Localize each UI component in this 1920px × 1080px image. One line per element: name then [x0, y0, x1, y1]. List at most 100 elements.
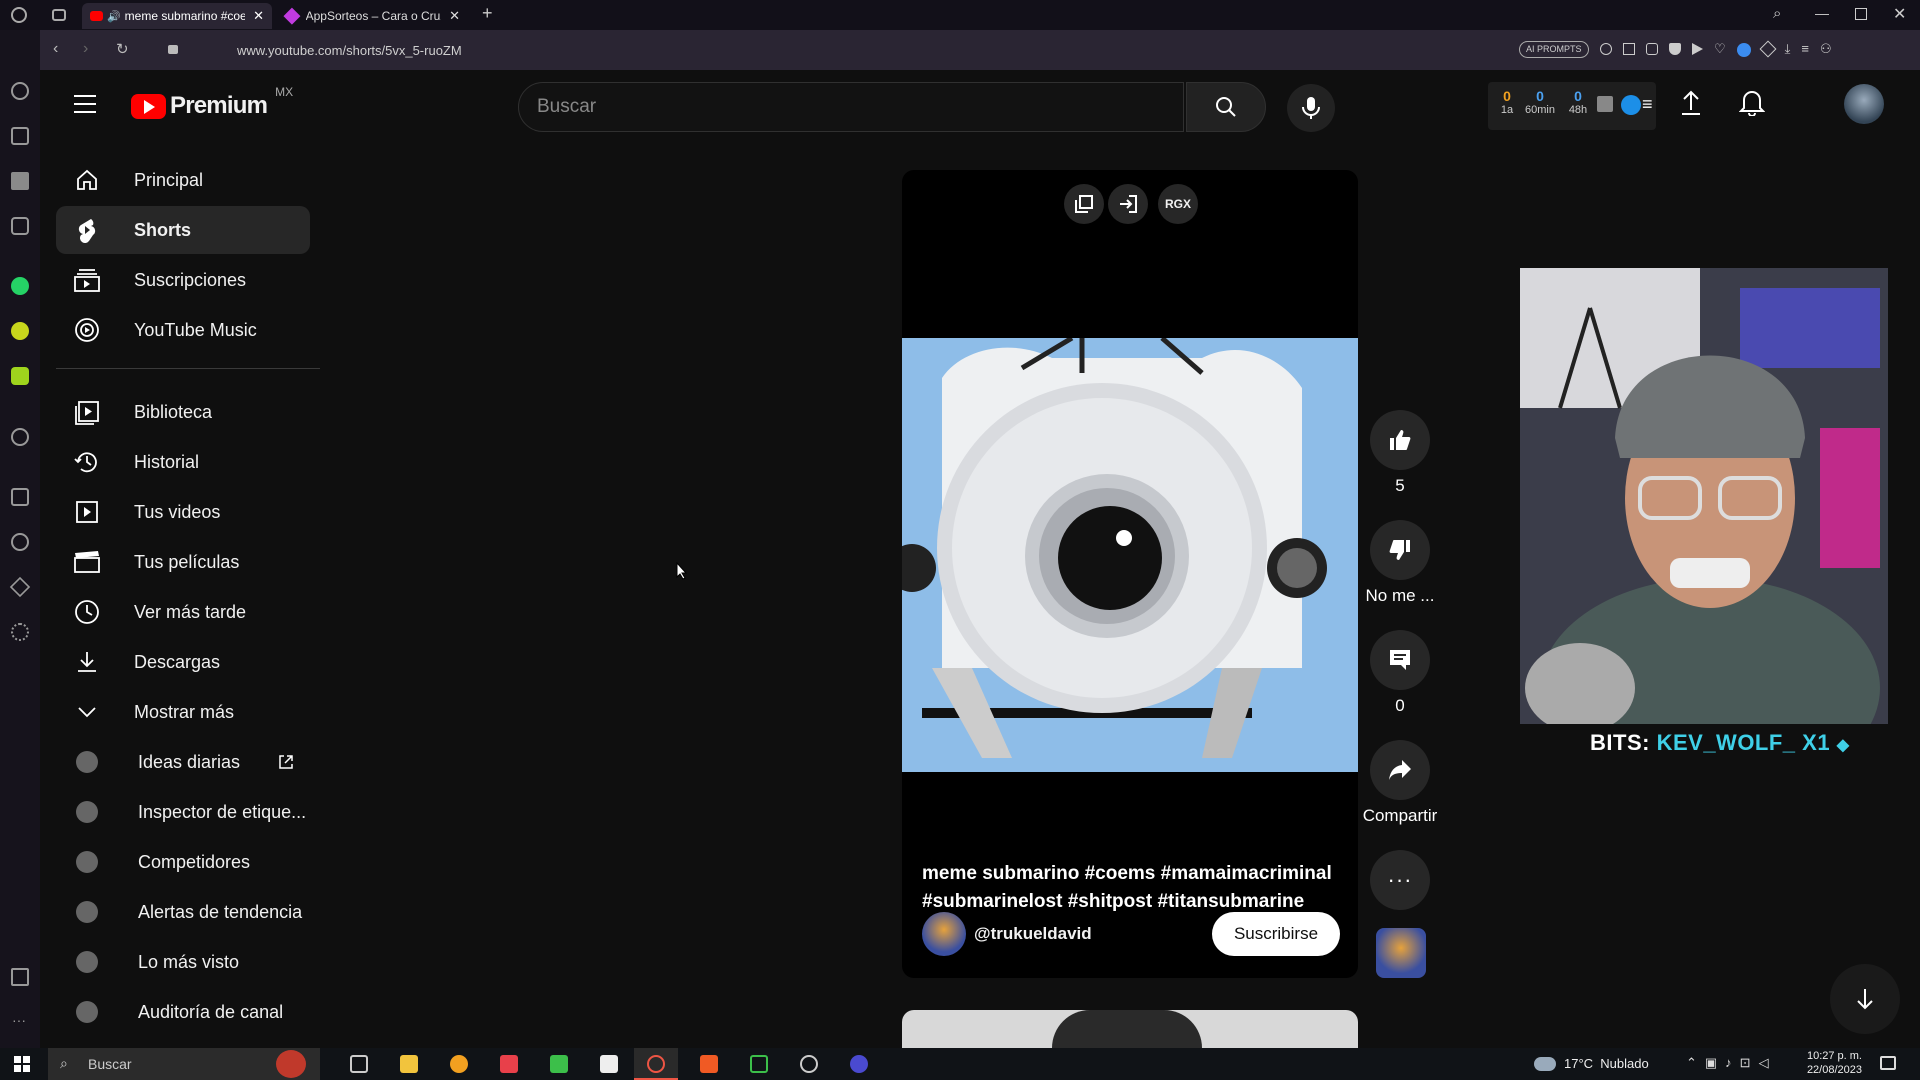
next-short-button[interactable] — [1830, 964, 1900, 1034]
sidebar-item-historial[interactable]: Historial — [56, 438, 310, 486]
video-frame[interactable] — [902, 338, 1358, 772]
wallet-icon[interactable] — [11, 217, 29, 235]
cube-icon[interactable] — [1759, 40, 1777, 58]
menu-icon[interactable] — [74, 95, 96, 113]
sidebar-item-shorts[interactable]: Shorts — [56, 206, 310, 254]
sidebar-item-lo-mas-visto[interactable]: Lo más visto — [56, 938, 310, 986]
channel-name[interactable]: @trukueldavid — [974, 924, 1092, 944]
stats-widget[interactable]: 0 1a 0 60min 0 48h ≡ — [1488, 82, 1656, 130]
forward-icon[interactable]: › — [83, 40, 88, 58]
whatsapp-icon[interactable] — [11, 277, 29, 295]
edit-icon[interactable] — [1623, 43, 1635, 55]
player-icon[interactable] — [11, 428, 29, 446]
speed-dial-icon[interactable] — [11, 82, 29, 100]
profile-icon[interactable]: ⚇ — [1820, 42, 1832, 57]
list-icon[interactable]: ≡ — [1642, 94, 1653, 115]
sidebar-item-suscripciones[interactable]: Suscripciones — [56, 256, 310, 304]
notifications-icon[interactable] — [1880, 1056, 1896, 1070]
twitter-icon[interactable] — [11, 322, 29, 340]
channel-avatar[interactable] — [922, 912, 966, 956]
chat-icon[interactable] — [11, 488, 29, 506]
more-options-button[interactable]: ··· — [1370, 850, 1430, 910]
file-explorer-icon[interactable] — [400, 1055, 418, 1073]
gallery-icon[interactable] — [11, 968, 29, 986]
system-tray-icons[interactable]: ⌃▣♪⊡◁ — [1686, 1055, 1777, 1071]
comments-button[interactable] — [1370, 630, 1430, 690]
sound-avatar[interactable] — [1376, 928, 1426, 978]
app-icon[interactable] — [550, 1055, 568, 1073]
twitch-icon[interactable] — [11, 172, 29, 190]
youtube-premium-logo[interactable]: Premium MX — [131, 85, 293, 120]
weather-label[interactable]: 17°C Nublado — [1564, 1056, 1649, 1071]
sidebar-item-descargas[interactable]: Descargas — [56, 638, 310, 686]
tab-active[interactable]: 🔊 meme submarino #coe ✕ — [82, 3, 272, 29]
notion-icon[interactable] — [600, 1055, 618, 1073]
extension-blue-icon[interactable] — [1736, 43, 1751, 57]
brave-icon[interactable] — [700, 1055, 718, 1073]
app-icon[interactable] — [850, 1055, 868, 1073]
bag-icon[interactable] — [11, 127, 29, 145]
clock-time[interactable]: 10:27 p. m. — [1792, 1050, 1862, 1062]
sidebar-item-ideas-diarias[interactable]: Ideas diarias — [56, 738, 310, 786]
menu-icon[interactable]: ≡ — [1801, 42, 1809, 57]
vidiq-icon[interactable] — [1621, 95, 1641, 115]
shield-icon[interactable] — [1669, 43, 1681, 55]
search-button[interactable] — [1186, 82, 1266, 132]
dislike-button[interactable] — [1370, 520, 1430, 580]
sidebar-item-tus-peliculas[interactable]: Tus películas — [56, 538, 310, 586]
app-icon[interactable] — [800, 1055, 818, 1073]
reload-icon[interactable]: ↻ — [116, 40, 129, 58]
box-icon[interactable] — [9, 576, 31, 598]
close-window-button[interactable]: ✕ — [1893, 4, 1906, 24]
more-icon[interactable]: ··· — [12, 1012, 26, 1028]
subscribe-button[interactable]: Suscribirse — [1212, 912, 1340, 956]
sidebar-item-tus-videos[interactable]: Tus videos — [56, 488, 310, 536]
restore-button[interactable] — [1855, 8, 1867, 20]
task-view-icon[interactable] — [350, 1055, 368, 1073]
camera-icon[interactable] — [1646, 43, 1658, 55]
sidebar-item-biblioteca[interactable]: Biblioteca — [56, 388, 310, 436]
sidebar-item-inspector-etiquetas[interactable]: Inspector de etique... — [56, 788, 310, 836]
zoom-icon[interactable] — [1600, 43, 1612, 55]
avatar[interactable] — [1844, 84, 1884, 124]
tab-inactive[interactable]: AppSorteos – Cara o Cruz ✕ — [278, 3, 468, 29]
app-icon[interactable] — [500, 1055, 518, 1073]
search-tabs-icon[interactable]: ⌕ — [1773, 5, 1781, 22]
channel-info[interactable]: @trukueldavid — [922, 912, 1092, 956]
download-browser-icon[interactable]: ⤓ — [1785, 42, 1791, 57]
heart-icon[interactable]: ♡ — [1714, 42, 1726, 57]
sidebar-item-mostrar-mas[interactable]: Mostrar más — [56, 688, 310, 736]
close-tab-icon[interactable]: ✕ — [449, 8, 460, 24]
sidebar-item-competidores[interactable]: Competidores — [56, 838, 310, 886]
search-input[interactable] — [537, 83, 1157, 131]
opera-gx-taskbar-button[interactable] — [634, 1048, 678, 1080]
share-button[interactable] — [1370, 740, 1430, 800]
chart-icon[interactable] — [1597, 96, 1613, 112]
settings-icon[interactable] — [11, 623, 29, 641]
speaker-icon[interactable]: 🔊 — [107, 10, 121, 23]
sidebar-item-alertas-tendencia[interactable]: Alertas de tendencia — [56, 888, 310, 936]
short-player[interactable]: RGX meme submarino #coems #mamaimacrimin… — [902, 170, 1358, 978]
sidebar-item-auditoria-canal[interactable]: Auditoría de canal — [56, 988, 310, 1036]
overlay-rgx-button[interactable]: RGX — [1158, 184, 1198, 224]
voice-search-button[interactable] — [1287, 84, 1335, 132]
overlay-copy-button[interactable] — [1064, 184, 1104, 224]
history-sidebar-icon[interactable] — [11, 533, 29, 551]
notifications-bell-icon[interactable] — [1739, 88, 1765, 116]
overlay-exit-button[interactable] — [1108, 184, 1148, 224]
app-icon[interactable] — [450, 1055, 468, 1073]
clock-date[interactable]: 22/08/2023 — [1792, 1064, 1862, 1076]
next-short-preview[interactable] — [902, 1010, 1358, 1048]
new-tab-button[interactable]: + — [482, 3, 493, 24]
taskbar-search-box[interactable]: ⌕ Buscar — [48, 1048, 320, 1080]
url-field[interactable]: www.youtube.com/shorts/5vx_5-ruoZM — [237, 43, 462, 58]
back-icon[interactable]: ‹ — [53, 40, 58, 58]
close-tab-icon[interactable]: ✕ — [253, 8, 264, 24]
minimize-button[interactable]: — — [1815, 5, 1829, 21]
sidebar-item-principal[interactable]: Principal — [56, 156, 310, 204]
weather-icon[interactable] — [1534, 1057, 1556, 1071]
send-icon[interactable] — [1692, 43, 1703, 55]
like-button[interactable] — [1370, 410, 1430, 470]
discord-icon[interactable] — [11, 367, 29, 385]
ai-prompts-button[interactable]: AI PROMPTS — [1519, 41, 1589, 58]
